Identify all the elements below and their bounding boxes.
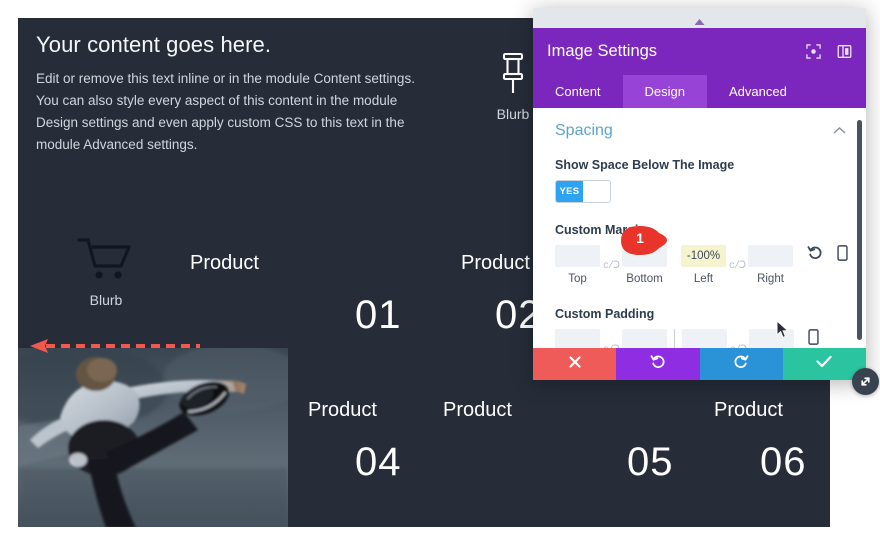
text-module-heading: Your content goes here. bbox=[36, 32, 272, 57]
product-number-05: 05 bbox=[627, 440, 674, 484]
text-module[interactable]: Your content goes here. Edit or remove t… bbox=[36, 32, 418, 155]
resize-diagonal-icon[interactable] bbox=[852, 368, 879, 395]
modal-header: Image Settings bbox=[533, 28, 866, 75]
text-module-body: Edit or remove this text inline or in th… bbox=[36, 71, 415, 152]
product-label-02: Product bbox=[461, 252, 530, 274]
cancel-button[interactable] bbox=[533, 348, 617, 380]
focus-target-icon[interactable] bbox=[806, 44, 821, 59]
modal-tabs[interactable]: Content Design Advanced bbox=[533, 75, 866, 108]
show-space-below-label: Show Space Below The Image bbox=[555, 158, 735, 172]
panel-scrollbar[interactable] bbox=[857, 120, 862, 340]
broken-link-icon-padding-1[interactable]: c/Ↄ bbox=[600, 344, 622, 348]
margin-right-input[interactable] bbox=[748, 245, 793, 267]
responsive-mobile-icon-padding[interactable] bbox=[808, 329, 819, 345]
custom-padding-label: Custom Padding bbox=[555, 307, 655, 321]
margin-left-input[interactable]: -100% bbox=[681, 245, 726, 267]
product-label-01: Product bbox=[190, 252, 259, 274]
margin-left-caption: Left bbox=[693, 273, 714, 285]
design-panel-body: Spacing Show Space Below The Image YES C… bbox=[533, 108, 866, 348]
product-label-04: Product bbox=[308, 399, 377, 421]
product-label-05: Product bbox=[443, 399, 512, 421]
blurb-cart-caption: Blurb bbox=[89, 292, 123, 308]
padding-top-input[interactable] bbox=[555, 329, 600, 348]
padding-right-input[interactable] bbox=[749, 329, 794, 348]
custom-margin-label: Custom Margin bbox=[555, 223, 646, 237]
reset-icon[interactable] bbox=[807, 245, 823, 261]
redo-button[interactable] bbox=[699, 348, 783, 380]
spacing-section-header[interactable]: Spacing bbox=[555, 122, 846, 140]
tab-content[interactable]: Content bbox=[533, 75, 623, 108]
undo-button[interactable] bbox=[616, 348, 700, 380]
annotation-arrow-left bbox=[28, 336, 208, 356]
product-label-06: Product bbox=[714, 399, 783, 421]
modal-title: Image Settings bbox=[547, 42, 658, 60]
padding-left-input[interactable] bbox=[682, 329, 727, 348]
show-space-below-toggle[interactable]: YES bbox=[555, 180, 611, 203]
redo-icon bbox=[733, 354, 749, 375]
broken-link-icon-padding-2[interactable]: c/Ↄ bbox=[727, 344, 749, 348]
tab-advanced[interactable]: Advanced bbox=[707, 75, 809, 108]
screenshot-root: Your content goes here. Edit or remove t… bbox=[0, 0, 880, 535]
undo-icon bbox=[650, 354, 666, 375]
blurb-module-cart[interactable]: Blurb bbox=[66, 236, 146, 308]
padding-bottom-input[interactable] bbox=[622, 329, 667, 348]
modal-action-bar bbox=[533, 348, 866, 380]
custom-padding-row: Top c/Ↄ Bottom Left c/Ↄ bbox=[555, 329, 846, 348]
margin-right-caption: Right bbox=[757, 273, 784, 285]
product-number-01: 01 bbox=[355, 293, 402, 337]
image-settings-modal[interactable]: Image Settings Content Design Advanced S… bbox=[533, 8, 866, 380]
margin-top-input[interactable] bbox=[555, 245, 600, 267]
product-number-04: 04 bbox=[355, 440, 402, 484]
checkmark-icon bbox=[816, 355, 832, 373]
layout-columns-icon[interactable] bbox=[837, 44, 852, 59]
padding-group-divider bbox=[674, 329, 675, 348]
custom-margin-row: Top c/Ↄ Bottom -100% Left c/Ↄ Right bbox=[555, 245, 848, 287]
tab-design[interactable]: Design bbox=[622, 75, 708, 108]
responsive-mobile-icon-margin[interactable] bbox=[837, 245, 848, 261]
broken-link-icon-margin-1[interactable]: c/Ↄ bbox=[600, 260, 622, 272]
margin-bottom-caption: Bottom bbox=[626, 273, 663, 285]
broken-link-icon-margin-2[interactable]: c/Ↄ bbox=[726, 260, 748, 272]
image-module-photo[interactable] bbox=[18, 348, 288, 527]
spacing-section-title: Spacing bbox=[555, 122, 613, 139]
margin-top-caption: Top bbox=[568, 273, 587, 285]
shopping-cart-icon bbox=[66, 236, 146, 286]
close-x-icon bbox=[568, 355, 582, 374]
modal-drag-grip[interactable] bbox=[533, 8, 866, 28]
margin-bottom-input[interactable] bbox=[622, 245, 667, 267]
chevron-up-icon[interactable] bbox=[833, 122, 846, 140]
product-number-06: 06 bbox=[760, 440, 807, 484]
toggle-on-label: YES bbox=[556, 181, 583, 202]
toggle-knob bbox=[583, 181, 610, 202]
